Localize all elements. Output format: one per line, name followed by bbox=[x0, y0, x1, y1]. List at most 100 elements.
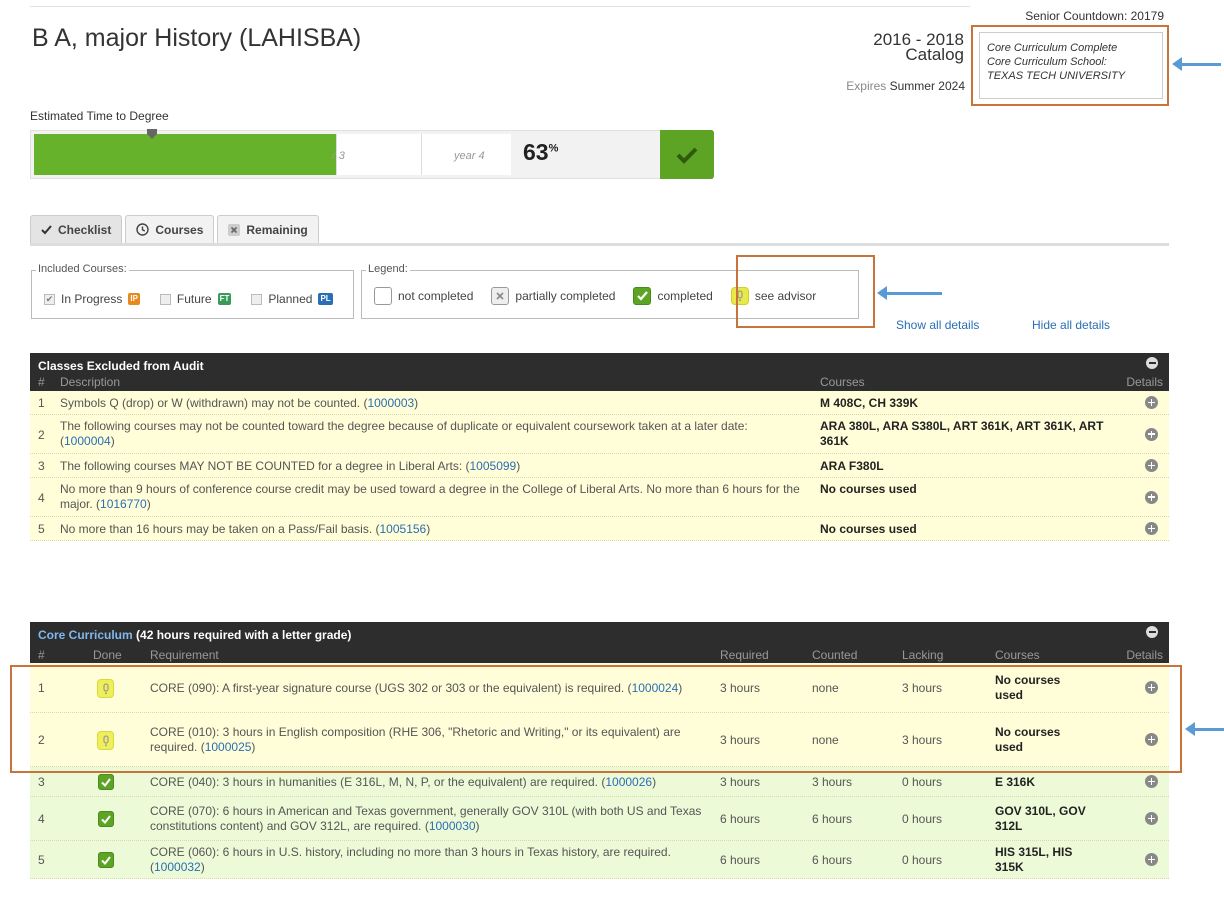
planned-badge: PL bbox=[318, 293, 333, 305]
show-all-details-link[interactable]: Show all details bbox=[896, 318, 979, 332]
table-row: 2 The following courses may not be counte… bbox=[30, 415, 1169, 454]
in-progress-checkbox[interactable]: ✔ bbox=[44, 293, 55, 305]
progress-fill bbox=[34, 134, 336, 175]
rule-link[interactable]: 1005156 bbox=[380, 522, 427, 536]
tab-checklist-label: Checklist bbox=[58, 222, 112, 237]
rule-link[interactable]: 1000026 bbox=[605, 775, 652, 789]
completed-icon bbox=[98, 774, 114, 790]
col-details: Details bbox=[1126, 648, 1163, 662]
core-curriculum-link[interactable]: Core Curriculum bbox=[38, 628, 133, 642]
future-label: Future bbox=[176, 292, 212, 306]
expand-details-icon[interactable] bbox=[1145, 427, 1158, 441]
expand-details-icon[interactable] bbox=[1145, 459, 1158, 472]
tab-remaining[interactable]: Remaining bbox=[217, 215, 319, 243]
row-number: 5 bbox=[38, 853, 45, 867]
tab-underline bbox=[30, 243, 1169, 246]
row-description: The following courses may not be counted… bbox=[60, 419, 748, 448]
planned-checkbox[interactable] bbox=[251, 293, 263, 305]
row-lacking: 0 hours bbox=[902, 853, 943, 867]
row-required: 3 hours bbox=[720, 775, 761, 789]
row-description-text: No more than 9 hours of conference cours… bbox=[60, 482, 800, 511]
x-icon bbox=[228, 223, 241, 236]
expand-details-icon[interactable] bbox=[1145, 490, 1158, 504]
completed-label: completed bbox=[657, 289, 713, 303]
planned-label: Planned bbox=[268, 292, 313, 306]
row-number: 2 bbox=[38, 427, 45, 442]
header-divider bbox=[30, 6, 970, 7]
row-requirement: CORE (040): 3 hours in humanities (E 316… bbox=[150, 775, 657, 789]
col-num: # bbox=[38, 648, 45, 662]
col-counted: Counted bbox=[812, 648, 858, 662]
partially-completed-label: partially completed bbox=[515, 289, 616, 303]
core-table-header: Core Curriculum (42 hours required with … bbox=[30, 622, 1169, 663]
row-courses: E 316K bbox=[995, 775, 1036, 789]
row-number: 3 bbox=[38, 459, 45, 473]
in-progress-badge: IP bbox=[128, 293, 140, 305]
rule-link[interactable]: 1005099 bbox=[470, 459, 517, 473]
row-courses: No courses used bbox=[820, 482, 917, 496]
catalog-expiration: Expires Summer 2024 bbox=[846, 79, 965, 93]
tab-remaining-label: Remaining bbox=[246, 222, 308, 237]
row-description: No more than 16 hours may be taken on a … bbox=[60, 522, 431, 536]
col-num: # bbox=[38, 375, 45, 389]
rule-link[interactable]: 1000032 bbox=[154, 860, 201, 874]
row-requirement: CORE (070): 6 hours in American and Texa… bbox=[150, 804, 702, 833]
row-courses: M 408C, CH 339K bbox=[820, 396, 919, 410]
row-number: 4 bbox=[38, 490, 45, 505]
expand-details-icon[interactable] bbox=[1145, 812, 1158, 825]
progress-percent-sign: % bbox=[548, 142, 559, 155]
rule-link[interactable]: 1000003 bbox=[367, 396, 414, 410]
status-legend-title: Legend: bbox=[366, 263, 410, 275]
row-requirement: CORE (060): 6 hours in U.S. history, inc… bbox=[150, 845, 671, 874]
table-row: 4 CORE (070): 6 hours in American and Tex… bbox=[30, 797, 1169, 841]
catalog-word: Catalog bbox=[905, 45, 964, 64]
col-courses: Courses bbox=[995, 648, 1040, 662]
expand-details-icon[interactable] bbox=[1145, 853, 1158, 866]
row-description: Symbols Q (drop) or W (withdrawn) may no… bbox=[60, 396, 419, 410]
included-courses-row: ✔ In Progress IP Future FT Planned PL bbox=[44, 292, 333, 306]
progress-complete-check-icon bbox=[660, 130, 714, 179]
expand-details-icon[interactable] bbox=[1145, 775, 1158, 788]
collapse-icon[interactable] bbox=[1146, 626, 1158, 638]
row-number: 1 bbox=[38, 396, 45, 410]
expand-details-icon[interactable] bbox=[1145, 396, 1158, 409]
rule-link[interactable]: 1000004 bbox=[64, 434, 111, 448]
row-courses: ARA 380L, ARA S380L, ART 361K, ART 361K,… bbox=[820, 419, 1104, 448]
row-number: 4 bbox=[38, 812, 45, 826]
rule-link[interactable]: 1016770 bbox=[100, 497, 147, 511]
excluded-classes-table: Classes Excluded from Audit # Descriptio… bbox=[30, 353, 1169, 541]
time-to-degree-label: Estimated Time to Degree bbox=[30, 109, 169, 123]
not-completed-icon bbox=[374, 287, 392, 305]
tab-checklist[interactable]: Checklist bbox=[30, 215, 123, 243]
progress-year3-label: r 3 bbox=[332, 150, 345, 162]
excluded-table-title: Classes Excluded from Audit bbox=[38, 359, 204, 373]
row-requirement-text: CORE (070): 6 hours in American and Texa… bbox=[150, 804, 702, 833]
tab-courses[interactable]: Courses bbox=[125, 215, 215, 243]
progress-year4-label: year 4 bbox=[454, 150, 485, 162]
expand-details-icon[interactable] bbox=[1145, 522, 1158, 535]
annotation-highlight-core-rows bbox=[10, 665, 1182, 773]
row-required: 6 hours bbox=[720, 812, 761, 826]
col-required: Required bbox=[720, 648, 769, 662]
expires-value: Summer 2024 bbox=[889, 79, 965, 93]
row-description: No more than 9 hours of conference cours… bbox=[60, 482, 800, 511]
clock-icon bbox=[136, 223, 150, 236]
col-description: Description bbox=[60, 375, 121, 389]
collapse-icon[interactable] bbox=[1146, 357, 1158, 369]
progress-percent: 63% bbox=[523, 139, 558, 166]
rule-link[interactable]: 1000030 bbox=[429, 819, 476, 833]
col-done: Done bbox=[93, 648, 122, 662]
hide-all-details-link[interactable]: Hide all details bbox=[1032, 318, 1110, 332]
col-lacking: Lacking bbox=[902, 648, 944, 662]
catalog-years: 2016 - 2018 Catalog bbox=[873, 31, 964, 64]
in-progress-label: In Progress bbox=[61, 292, 123, 306]
future-checkbox[interactable] bbox=[159, 293, 171, 305]
row-courses: HIS 315L, HIS 315K bbox=[995, 845, 1073, 874]
row-counted: 3 hours bbox=[812, 775, 853, 789]
completed-icon bbox=[633, 287, 652, 305]
core-table-title-rest: (42 hours required with a letter grade) bbox=[132, 628, 352, 642]
row-courses: GOV 310L, GOV 312L bbox=[995, 804, 1086, 833]
row-number: 5 bbox=[38, 522, 45, 536]
row-description-text: No more than 16 hours may be taken on a … bbox=[60, 522, 380, 536]
annotation-arrow-icon bbox=[877, 286, 942, 300]
